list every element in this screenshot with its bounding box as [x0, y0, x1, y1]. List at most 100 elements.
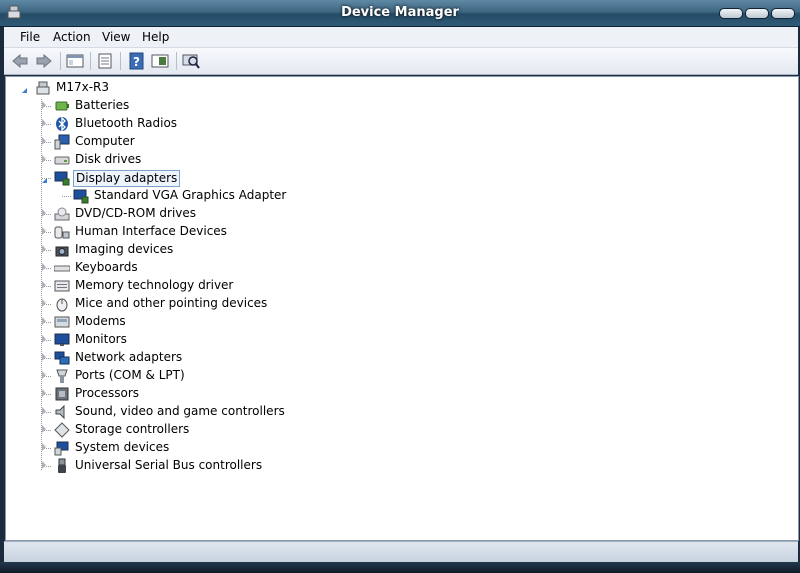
expand-arrow-icon[interactable]	[42, 407, 46, 415]
tree-item-label[interactable]: Disk drives	[73, 152, 143, 167]
tree-item-label[interactable]: Standard VGA Graphics Adapter	[92, 188, 288, 203]
expand-arrow-icon[interactable]	[42, 227, 46, 235]
tree-root[interactable]: M17x-R3	[0, 79, 800, 97]
minimize-button[interactable]	[719, 8, 743, 19]
scan-hardware-icon[interactable]	[181, 52, 201, 70]
menu-view[interactable]: View	[102, 30, 130, 44]
tree-category[interactable]: Human Interface Devices	[0, 223, 800, 241]
menu-help[interactable]: Help	[142, 30, 169, 44]
taskbar-strip	[0, 562, 800, 573]
tree-device[interactable]: Standard VGA Graphics Adapter	[0, 187, 800, 205]
display-adapter-icon	[73, 188, 89, 204]
tree-category[interactable]: Modems	[0, 313, 800, 331]
tree-item-label[interactable]: Computer	[73, 134, 137, 149]
memory-icon	[54, 278, 70, 294]
mouse-icon	[54, 296, 70, 312]
tree-item-label[interactable]: Mice and other pointing devices	[73, 296, 269, 311]
tree-item-label[interactable]: Modems	[73, 314, 128, 329]
expand-arrow-icon[interactable]	[42, 101, 46, 109]
speaker-icon	[54, 404, 70, 420]
tree-category[interactable]: Batteries	[0, 97, 800, 115]
expand-arrow-icon[interactable]	[42, 443, 46, 451]
expand-arrow-icon[interactable]	[42, 335, 46, 343]
tree-category[interactable]: Keyboards	[0, 259, 800, 277]
menu-file[interactable]: File	[20, 30, 40, 44]
tree-category[interactable]: Computer	[0, 133, 800, 151]
tree-category[interactable]: Network adapters	[0, 349, 800, 367]
expand-arrow-icon[interactable]	[42, 245, 46, 253]
expand-arrow-icon[interactable]	[42, 425, 46, 433]
tree-category[interactable]: Memory technology driver	[0, 277, 800, 295]
tree-item-label[interactable]: Sound, video and game controllers	[73, 404, 287, 419]
modem-icon	[54, 314, 70, 330]
tree-category[interactable]: Monitors	[0, 331, 800, 349]
system-device-icon	[54, 440, 70, 456]
expand-arrow-icon[interactable]	[42, 119, 46, 127]
tree-item-label[interactable]: M17x-R3	[54, 80, 111, 95]
tree-item-label[interactable]: Processors	[73, 386, 141, 401]
status-bar	[4, 541, 798, 562]
close-button[interactable]	[771, 8, 795, 19]
camera-icon	[54, 242, 70, 258]
tree-item-label[interactable]: Network adapters	[73, 350, 184, 365]
tree-category[interactable]: Sound, video and game controllers	[0, 403, 800, 421]
port-icon	[54, 368, 70, 384]
maximize-button[interactable]	[745, 8, 769, 19]
menu-bar: File Action View Help	[4, 27, 798, 48]
forward-arrow-icon[interactable]	[34, 52, 54, 70]
tree-item-label[interactable]: Ports (COM & LPT)	[73, 368, 187, 383]
expand-arrow-icon[interactable]	[42, 353, 46, 361]
tree-item-label[interactable]: Batteries	[73, 98, 131, 113]
show-hide-console-tree-icon[interactable]	[65, 52, 85, 70]
tree-category[interactable]: Disk drives	[0, 151, 800, 169]
computer-root	[36, 80, 52, 96]
tree-item-label[interactable]: Universal Serial Bus controllers	[73, 458, 264, 473]
expand-arrow-icon[interactable]	[42, 263, 46, 271]
expand-arrow-icon[interactable]	[42, 317, 46, 325]
toolbar-separator	[90, 52, 91, 70]
tree-category[interactable]: System devices	[0, 439, 800, 457]
tree-category[interactable]: Bluetooth Radios	[0, 115, 800, 133]
collapse-arrow-icon[interactable]	[22, 83, 27, 93]
tree-category[interactable]: Mice and other pointing devices	[0, 295, 800, 313]
tree-item-label[interactable]: System devices	[73, 440, 171, 455]
back-arrow-icon[interactable]	[10, 52, 30, 70]
expand-arrow-icon[interactable]	[42, 281, 46, 289]
update-driver-icon[interactable]	[150, 52, 170, 70]
expand-arrow-icon[interactable]	[42, 209, 46, 217]
hid-icon	[54, 224, 70, 240]
storage-controller-icon	[54, 422, 70, 438]
tree-category[interactable]: DVD/CD-ROM drives	[0, 205, 800, 223]
tree-category[interactable]: Processors	[0, 385, 800, 403]
tree-item-label[interactable]: Storage controllers	[73, 422, 191, 437]
tree-item-label[interactable]: DVD/CD-ROM drives	[73, 206, 198, 221]
expand-arrow-icon[interactable]	[42, 137, 46, 145]
tree-item-label[interactable]: Monitors	[73, 332, 129, 347]
collapse-arrow-icon[interactable]	[42, 173, 47, 183]
tree-item-label[interactable]: Imaging devices	[73, 242, 175, 257]
expand-arrow-icon[interactable]	[42, 299, 46, 307]
tree-item-label[interactable]: Human Interface Devices	[73, 224, 229, 239]
expand-arrow-icon[interactable]	[42, 155, 46, 163]
window-title: Device Manager	[341, 5, 459, 20]
processor-icon	[54, 386, 70, 402]
tree-category[interactable]: Display adapters	[0, 169, 800, 187]
network-adapter-icon	[54, 350, 70, 366]
expand-arrow-icon[interactable]	[42, 461, 46, 469]
tree-category[interactable]: Ports (COM & LPT)	[0, 367, 800, 385]
tree-item-label[interactable]: Display adapters	[73, 170, 181, 187]
tree-item-label[interactable]: Memory technology driver	[73, 278, 235, 293]
tree-category[interactable]: Storage controllers	[0, 421, 800, 439]
usb-icon	[54, 458, 70, 474]
expand-arrow-icon[interactable]	[42, 371, 46, 379]
dvd-drive-icon	[54, 206, 70, 222]
help-icon[interactable]: ?	[127, 52, 147, 70]
properties-icon[interactable]	[95, 52, 115, 70]
menu-action[interactable]: Action	[53, 30, 91, 44]
tree-item-label[interactable]: Keyboards	[73, 260, 140, 275]
title-bar[interactable]: Device Manager	[0, 0, 800, 27]
expand-arrow-icon[interactable]	[42, 389, 46, 397]
tree-item-label[interactable]: Bluetooth Radios	[73, 116, 179, 131]
tree-category[interactable]: Universal Serial Bus controllers	[0, 457, 800, 475]
tree-category[interactable]: Imaging devices	[0, 241, 800, 259]
